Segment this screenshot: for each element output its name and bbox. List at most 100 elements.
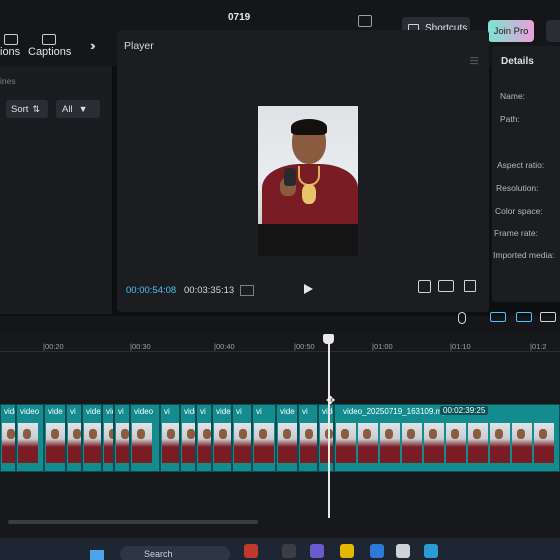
ruler-label: |00:50 (294, 342, 315, 351)
clip-thumbnail (300, 423, 317, 463)
clip-segment[interactable]: video (318, 404, 334, 472)
thumbnail-person (451, 429, 459, 439)
collapse-panel-icon[interactable]: ›› (90, 38, 95, 53)
clip-segment[interactable]: vide (276, 404, 298, 472)
filter-all-button[interactable]: All ▼ (56, 100, 100, 118)
clip-label: video (216, 407, 231, 416)
details-name-label: Name: (500, 91, 526, 101)
clip-thumbnail (132, 423, 152, 463)
app-icon[interactable] (370, 544, 384, 558)
grid-icon[interactable] (240, 285, 254, 296)
details-imported-label: Imported media: (493, 250, 555, 260)
clip-thumbnail (18, 423, 38, 463)
clip-label: video (86, 407, 101, 416)
video-preview[interactable] (258, 106, 358, 256)
clip-segment[interactable]: vide (0, 404, 16, 472)
microphone-icon[interactable] (458, 312, 466, 324)
clip-thumbnail (104, 423, 113, 463)
clip-label: vi (118, 407, 124, 416)
details-path-label: Path: (500, 114, 520, 124)
clip-thumbnail (162, 423, 179, 463)
person-chain (298, 166, 320, 186)
thumbnail-person (495, 429, 503, 439)
taskbar (0, 538, 560, 560)
timeline-scrollbar[interactable] (8, 520, 258, 524)
tab-transitions[interactable]: ions (0, 46, 20, 58)
playhead-handle[interactable] (323, 334, 334, 344)
taskbar-search[interactable]: Search (120, 546, 230, 560)
clip-thumbnail (424, 423, 444, 463)
clip-segment[interactable]: vide (102, 404, 114, 472)
windows-start-icon[interactable] (90, 550, 104, 560)
app-icon[interactable] (244, 544, 258, 558)
account-button[interactable] (546, 20, 560, 42)
player-menu-icon[interactable]: — — — (470, 54, 479, 68)
clip-segment[interactable]: video (212, 404, 232, 472)
ruler-label: |00:40 (214, 342, 235, 351)
media-panel-subtitle: ines (0, 76, 16, 86)
thumbnail-person (239, 429, 247, 439)
magnet-icon[interactable] (516, 312, 532, 322)
ruler-label: |01:2 (530, 342, 547, 351)
player-title: Player (124, 40, 154, 52)
total-timecode: 00:03:35:13 (184, 285, 235, 296)
join-pro-button[interactable]: Join Pro (488, 20, 534, 42)
fit-screen-icon[interactable] (418, 280, 431, 293)
thumbnail-person (407, 429, 415, 439)
project-name: 0719 (228, 12, 251, 23)
capcut-icon[interactable] (396, 544, 410, 558)
details-aspect-label: Aspect ratio: (497, 160, 545, 170)
filter-icon: ▼ (78, 104, 88, 114)
layout-icon[interactable] (358, 15, 372, 27)
thumbnail-person (23, 429, 31, 439)
thumbnail-person (539, 429, 547, 439)
clip-thumbnail (336, 423, 356, 463)
thumbnail-person (51, 429, 59, 439)
clip-segment[interactable]: vi (196, 404, 212, 472)
app-icon[interactable] (282, 544, 296, 558)
app-icon[interactable] (310, 544, 324, 558)
clip-segment[interactable]: video (82, 404, 102, 472)
playhead[interactable] (328, 342, 330, 518)
tab-captions[interactable]: Captions (28, 46, 71, 58)
clip-thumbnail (234, 423, 251, 463)
clip-segment[interactable]: video (16, 404, 44, 472)
clip-thumbnail (214, 423, 231, 463)
clip-label: vi (236, 407, 242, 416)
fullscreen-icon[interactable] (464, 280, 476, 292)
clip-segment[interactable]: video (130, 404, 160, 472)
clip-segment[interactable]: vi (232, 404, 252, 472)
clip-segment[interactable]: vide (44, 404, 66, 472)
clip-segment[interactable]: vi (252, 404, 276, 472)
play-icon[interactable] (304, 284, 313, 294)
clip-thumbnail (534, 423, 554, 463)
clip-label: vide (48, 407, 63, 416)
clip-segment[interactable]: vi (298, 404, 318, 472)
clip-thumbnail (198, 423, 211, 463)
clip-segment[interactable]: video (180, 404, 196, 472)
sort-icon: ⇅ (32, 103, 40, 114)
clip-segment[interactable]: vi (114, 404, 130, 472)
app-icon[interactable] (424, 544, 438, 558)
thumbnail-person (473, 429, 481, 439)
ruler-label: |01:10 (450, 342, 471, 351)
link-icon[interactable] (490, 312, 506, 322)
clip-thumbnail (402, 423, 422, 463)
details-title: Details (501, 56, 534, 67)
clip-thumbnail (490, 423, 510, 463)
clip-segment[interactable]: vi (66, 404, 82, 472)
folder-icon[interactable] (340, 544, 354, 558)
thumbnail-person (167, 429, 175, 439)
aspect-ratio-icon[interactable] (438, 280, 454, 292)
timeline-ruler[interactable] (0, 338, 560, 352)
clip-segment[interactable]: vi (160, 404, 180, 472)
thumbnail-person (283, 429, 291, 439)
thumbnail-person (89, 429, 97, 439)
thumbnail-person (517, 429, 525, 439)
cursor-icon: ✥ (326, 395, 336, 407)
clip-label: vi (302, 407, 308, 416)
sort-button[interactable]: Sort ⇅ (6, 100, 48, 118)
clip-thumbnail (512, 423, 532, 463)
preview-axis-icon[interactable] (540, 312, 556, 322)
details-framerate-label: Frame rate: (494, 228, 538, 238)
